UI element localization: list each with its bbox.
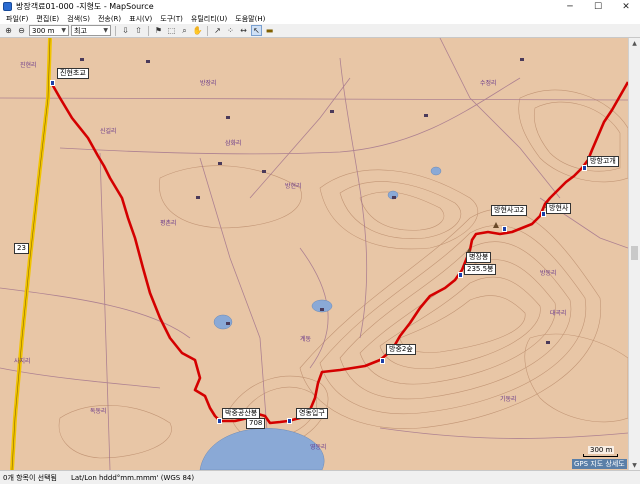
place-label: 방장리 xyxy=(200,80,217,87)
map-view[interactable]: 진현리 방장리 삼화리 방현리 신길리 방동리 사지리 기동리 영동리 독동리 … xyxy=(0,38,628,470)
toolbar: ⊕ ⊖ 300 m ▼ 최고 ▼ ⇩ ⇧ ⚑ ⬚ ⌕ ✋ ↗ ⁘ ↔ ↖ ▬ xyxy=(0,24,640,38)
send-to-device-icon[interactable]: ⇧ xyxy=(133,25,144,36)
select-tool-icon[interactable]: ⬚ xyxy=(166,25,177,36)
selection-status: 0개 항목이 선택됨 xyxy=(3,473,57,482)
menu-edit[interactable]: 편집(E) xyxy=(32,14,63,24)
app-icon xyxy=(3,2,12,11)
waypoint-flag-icon[interactable] xyxy=(50,80,55,86)
waypoint-label[interactable]: 방현사 xyxy=(546,203,572,214)
menu-bar: 파일(F) 편집(E) 검색(S) 전송(R) 표시(V) 도구(T) 유틸리티… xyxy=(0,13,640,24)
track-tool-icon[interactable]: ⁘ xyxy=(225,25,236,36)
tracklog xyxy=(50,81,628,425)
waypoint-tool-icon[interactable]: ⚑ xyxy=(153,25,164,36)
zoom-out-icon[interactable]: ⊖ xyxy=(16,25,27,36)
menu-utilities[interactable]: 유틸리티(U) xyxy=(187,14,231,24)
place-label: 대곡리 xyxy=(550,310,567,317)
road-shield: 23 xyxy=(14,243,29,254)
menu-tools[interactable]: 도구(T) xyxy=(156,14,187,24)
waypoint-label[interactable]: 진현초교 xyxy=(57,68,89,79)
place-label: 삼화리 xyxy=(225,140,242,147)
waypoint-label[interactable]: 235.5봉 xyxy=(464,264,497,275)
minimize-button[interactable]: ─ xyxy=(556,0,584,13)
place-label: 영동리 xyxy=(310,444,327,451)
scrollbar-thumb[interactable] xyxy=(631,246,638,260)
toolbar-separator xyxy=(148,25,149,36)
menu-help[interactable]: 도움말(H) xyxy=(231,14,269,24)
chevron-down-icon: ▼ xyxy=(103,27,108,34)
place-label: 방현리 xyxy=(285,183,302,190)
highway-23 xyxy=(10,38,52,470)
maximize-button[interactable]: ☐ xyxy=(584,0,612,13)
distance-tool-icon[interactable]: ↔ xyxy=(238,25,249,36)
zoom-in-icon[interactable]: ⊕ xyxy=(3,25,14,36)
waypoint-flag-icon[interactable] xyxy=(502,226,507,232)
place-label: 진현리 xyxy=(20,62,37,69)
route-tool-icon[interactable]: ↗ xyxy=(212,25,223,36)
water-bodies xyxy=(199,166,442,470)
pointer-tool-icon[interactable]: ↖ xyxy=(251,25,262,36)
detail-select[interactable]: 최고 ▼ xyxy=(71,25,111,36)
detail-select-value: 최고 xyxy=(74,26,87,35)
vertical-scrollbar[interactable]: ▲ ▼ xyxy=(628,38,640,470)
hand-tool-icon[interactable]: ✋ xyxy=(192,25,203,36)
status-bar: 0개 항목이 선택됨 Lat/Lon hddd°mm.mmm' (WGS 84) xyxy=(0,470,640,484)
coordinate-format: Lat/Lon hddd°mm.mmm' (WGS 84) xyxy=(70,473,195,482)
scroll-down-icon[interactable]: ▼ xyxy=(629,460,640,470)
waypoint-label[interactable]: 방현사고2 xyxy=(491,205,528,216)
waypoint-flag-icon[interactable] xyxy=(458,272,463,278)
map-symbols xyxy=(80,58,550,344)
scroll-up-icon[interactable]: ▲ xyxy=(629,38,640,48)
place-label: 방동리 xyxy=(540,270,557,277)
waypoint-label[interactable]: 영동입구 xyxy=(296,408,328,419)
place-label: 평촌리 xyxy=(160,220,177,227)
zoom-tool-icon[interactable]: ⌕ xyxy=(179,25,190,36)
map-scale-bar xyxy=(583,454,618,457)
place-label: 사지리 xyxy=(14,358,31,365)
toolbar-separator xyxy=(207,25,208,36)
close-button[interactable]: ✕ xyxy=(612,0,640,13)
waypoint-label[interactable]: 병장봉 xyxy=(466,252,492,263)
waypoint-flag-icon[interactable] xyxy=(287,418,292,424)
zoom-select[interactable]: 300 m ▼ xyxy=(29,25,69,36)
menu-find[interactable]: 검색(S) xyxy=(63,14,94,24)
zoom-select-value: 300 m xyxy=(32,26,55,35)
chevron-down-icon: ▼ xyxy=(61,27,66,34)
place-label: 계동 xyxy=(300,336,312,343)
waypoint-label[interactable]: 방항고개 xyxy=(587,156,619,167)
place-label: 신길리 xyxy=(100,128,117,135)
gps-detail-note: GPS 지도 상세도 xyxy=(572,459,627,469)
waypoint-label[interactable]: 방중2숲 xyxy=(386,344,416,355)
waypoint-flag-icon[interactable] xyxy=(380,358,385,364)
place-label: 독동리 xyxy=(90,408,107,415)
menu-view[interactable]: 표시(V) xyxy=(125,14,156,24)
place-label: 기동리 xyxy=(500,396,517,403)
waypoint-label[interactable]: 박중공산봉 xyxy=(222,408,261,419)
window-title: 방장객료01-000 -지형도 - MapSource xyxy=(16,2,154,11)
menu-file[interactable]: 파일(F) xyxy=(2,14,32,24)
title-bar: 방장객료01-000 -지형도 - MapSource ─ ☐ ✕ xyxy=(0,0,640,13)
road-shield: 708 xyxy=(246,418,266,429)
map-scale-label: 300 m xyxy=(588,446,615,454)
menu-transfer[interactable]: 전송(R) xyxy=(94,14,125,24)
map-product-icon[interactable]: ▬ xyxy=(264,25,275,36)
toolbar-separator xyxy=(115,25,116,36)
place-label: 수정리 xyxy=(480,80,497,87)
receive-from-device-icon[interactable]: ⇩ xyxy=(120,25,131,36)
